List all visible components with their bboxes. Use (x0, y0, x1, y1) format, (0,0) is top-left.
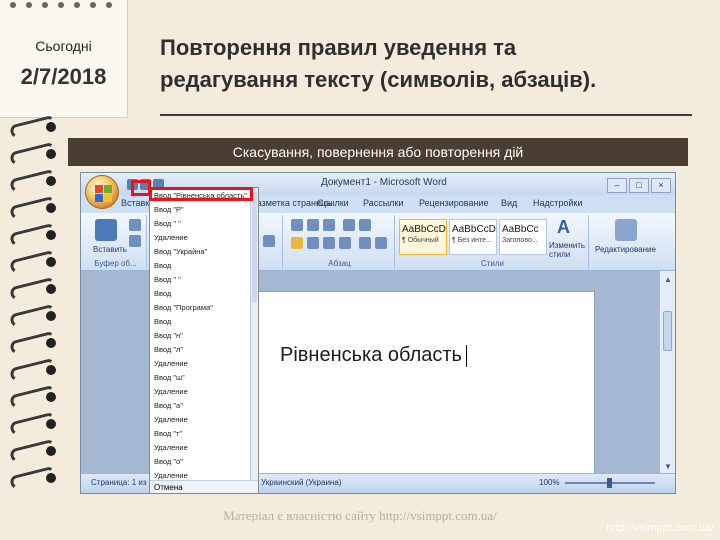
align-right-icon[interactable] (323, 237, 335, 249)
undo-item[interactable]: Удаление (154, 471, 188, 480)
style-no-spacing-name: ¶ Без инте... (452, 237, 492, 244)
increase-indent-icon[interactable] (359, 219, 371, 231)
document-text-content: Рівненська область (280, 344, 462, 366)
pilcrow-icon[interactable] (375, 237, 387, 249)
undo-item[interactable]: Ввод (154, 289, 171, 298)
font-group-edge (259, 215, 283, 269)
zoom-level[interactable]: 100% (539, 478, 559, 487)
undo-item[interactable]: Удаление (154, 443, 188, 452)
paragraph-group-name: Абзац (328, 259, 351, 268)
undo-item[interactable]: Удаление (154, 415, 188, 424)
undo-item[interactable]: Удаление (154, 233, 188, 242)
title-divider (160, 114, 692, 116)
clipboard-group: Вставить Буфер об... (85, 215, 147, 269)
change-styles-label[interactable]: Изменить стили (549, 241, 589, 259)
styles-group-name: Стили (480, 259, 505, 268)
tab-review[interactable]: Рецензирование (419, 198, 489, 208)
document-page[interactable]: Рівненська область (257, 291, 595, 475)
vertical-scrollbar[interactable]: ▲ ▼ (659, 271, 675, 475)
style-heading-name: Заголово... (502, 237, 538, 244)
clipboard-group-name: Буфер об... (94, 259, 137, 268)
language-status[interactable]: Украинский (Украина) (261, 478, 341, 487)
tab-references[interactable]: Ссылки (317, 198, 349, 208)
close-button[interactable]: × (651, 178, 671, 193)
decrease-indent-icon[interactable] (343, 219, 355, 231)
footer-url[interactable]: http://vsimppt.com.ua/ (606, 522, 714, 534)
scroll-up-icon[interactable]: ▲ (664, 275, 672, 284)
sort-icon[interactable] (359, 237, 371, 249)
date-value: 2/7/2018 (20, 64, 107, 89)
scroll-down-icon[interactable]: ▼ (664, 462, 672, 471)
justify-icon[interactable] (339, 237, 351, 249)
paste-label[interactable]: Вставить (93, 245, 127, 254)
font-color-icon[interactable] (263, 235, 275, 247)
editing-group: Редактирование (591, 215, 661, 269)
undo-item[interactable]: Ввод " " (154, 275, 181, 284)
style-normal-sample: AaBbCcDc (402, 224, 446, 235)
page-count[interactable]: Страница: 1 из 1 (91, 478, 153, 487)
undo-item[interactable]: Ввод (154, 317, 171, 326)
binder-rings (0, 114, 60, 500)
bullets-icon[interactable] (291, 219, 303, 231)
window-title: Документ1 - Microsoft Word (321, 177, 447, 188)
first-undo-item-highlight (149, 187, 253, 201)
style-normal-name: ¶ Обычный (402, 237, 439, 244)
minimize-button[interactable]: – (607, 178, 627, 193)
undo-item[interactable]: Ввод "ш" (154, 373, 185, 382)
undo-item[interactable]: Ввод "л" (154, 345, 183, 354)
undo-item[interactable]: Ввод "т" (154, 429, 182, 438)
date-card: Сьогодні 2/7/2018 (0, 0, 128, 118)
undo-item[interactable]: Удаление (154, 387, 188, 396)
maximize-button[interactable]: □ (629, 178, 649, 193)
undo-list-scrollbar[interactable] (250, 188, 258, 493)
slide-title-line-2: редагування тексту (символів, абзаців). (160, 67, 597, 92)
undo-history-list[interactable]: Ввод "Рівненська область" Ввод "Р" Ввод … (149, 187, 259, 493)
slide-subtitle: Скасування, повернення або повторення ді… (68, 138, 688, 166)
editing-label[interactable]: Редактирование (595, 245, 656, 254)
undo-item[interactable]: Ввод "о" (154, 457, 183, 466)
slide-title: Повторення правил уведення та редагуванн… (160, 32, 700, 96)
paste-icon[interactable] (95, 219, 117, 241)
undo-item[interactable]: Ввод "Програма" (154, 303, 213, 312)
scroll-thumb[interactable] (663, 311, 672, 351)
notebook-holes (6, 0, 126, 12)
text-cursor (465, 344, 467, 367)
undo-button-highlight (131, 180, 151, 196)
tab-view[interactable]: Вид (501, 198, 517, 208)
style-no-spacing[interactable]: AaBbCcDc ¶ Без инте... (449, 219, 497, 255)
document-text[interactable]: Рівненська область (280, 344, 467, 367)
multilevel-list-icon[interactable] (323, 219, 335, 231)
undo-item[interactable]: Ввод "Украйна" (154, 247, 207, 256)
style-normal[interactable]: AaBbCcDc ¶ Обычный (399, 219, 447, 255)
cut-icon[interactable] (129, 219, 141, 231)
zoom-slider[interactable] (565, 478, 655, 488)
numbering-icon[interactable] (307, 219, 319, 231)
style-heading[interactable]: AaBbCc Заголово... (499, 219, 547, 255)
undo-item[interactable]: Ввод "а" (154, 401, 183, 410)
change-styles-icon[interactable]: A (557, 217, 570, 238)
office-button[interactable] (85, 175, 119, 209)
tab-mailings[interactable]: Рассылки (363, 198, 403, 208)
date-label: Сьогодні (35, 38, 92, 54)
style-no-spacing-sample: AaBbCcDc (452, 224, 496, 235)
copy-icon[interactable] (129, 235, 141, 247)
undo-item[interactable]: Ввод (154, 261, 171, 270)
word-screenshot: Документ1 - Microsoft Word – □ × Вставка Р… (80, 172, 676, 494)
undo-item[interactable]: Удаление (154, 359, 188, 368)
align-center-icon[interactable] (307, 237, 319, 249)
undo-item[interactable]: Ввод " " (154, 219, 181, 228)
style-heading-sample: AaBbCc (502, 224, 539, 235)
window-controls: – □ × (605, 175, 671, 193)
slide-title-line-1: Повторення правил уведення та (160, 35, 517, 60)
align-left-icon[interactable] (291, 237, 303, 249)
styles-group: AaBbCcDc ¶ Обычный AaBbCcDc ¶ Без инте..… (397, 215, 589, 269)
undo-item[interactable]: Ввод "Р" (154, 205, 184, 214)
paragraph-group: Абзац (285, 215, 395, 269)
undo-item[interactable]: Ввод "н" (154, 331, 183, 340)
binoculars-icon[interactable] (615, 219, 637, 241)
undo-footer[interactable]: Отмена (150, 480, 258, 493)
tab-addins[interactable]: Надстройки (533, 198, 582, 208)
